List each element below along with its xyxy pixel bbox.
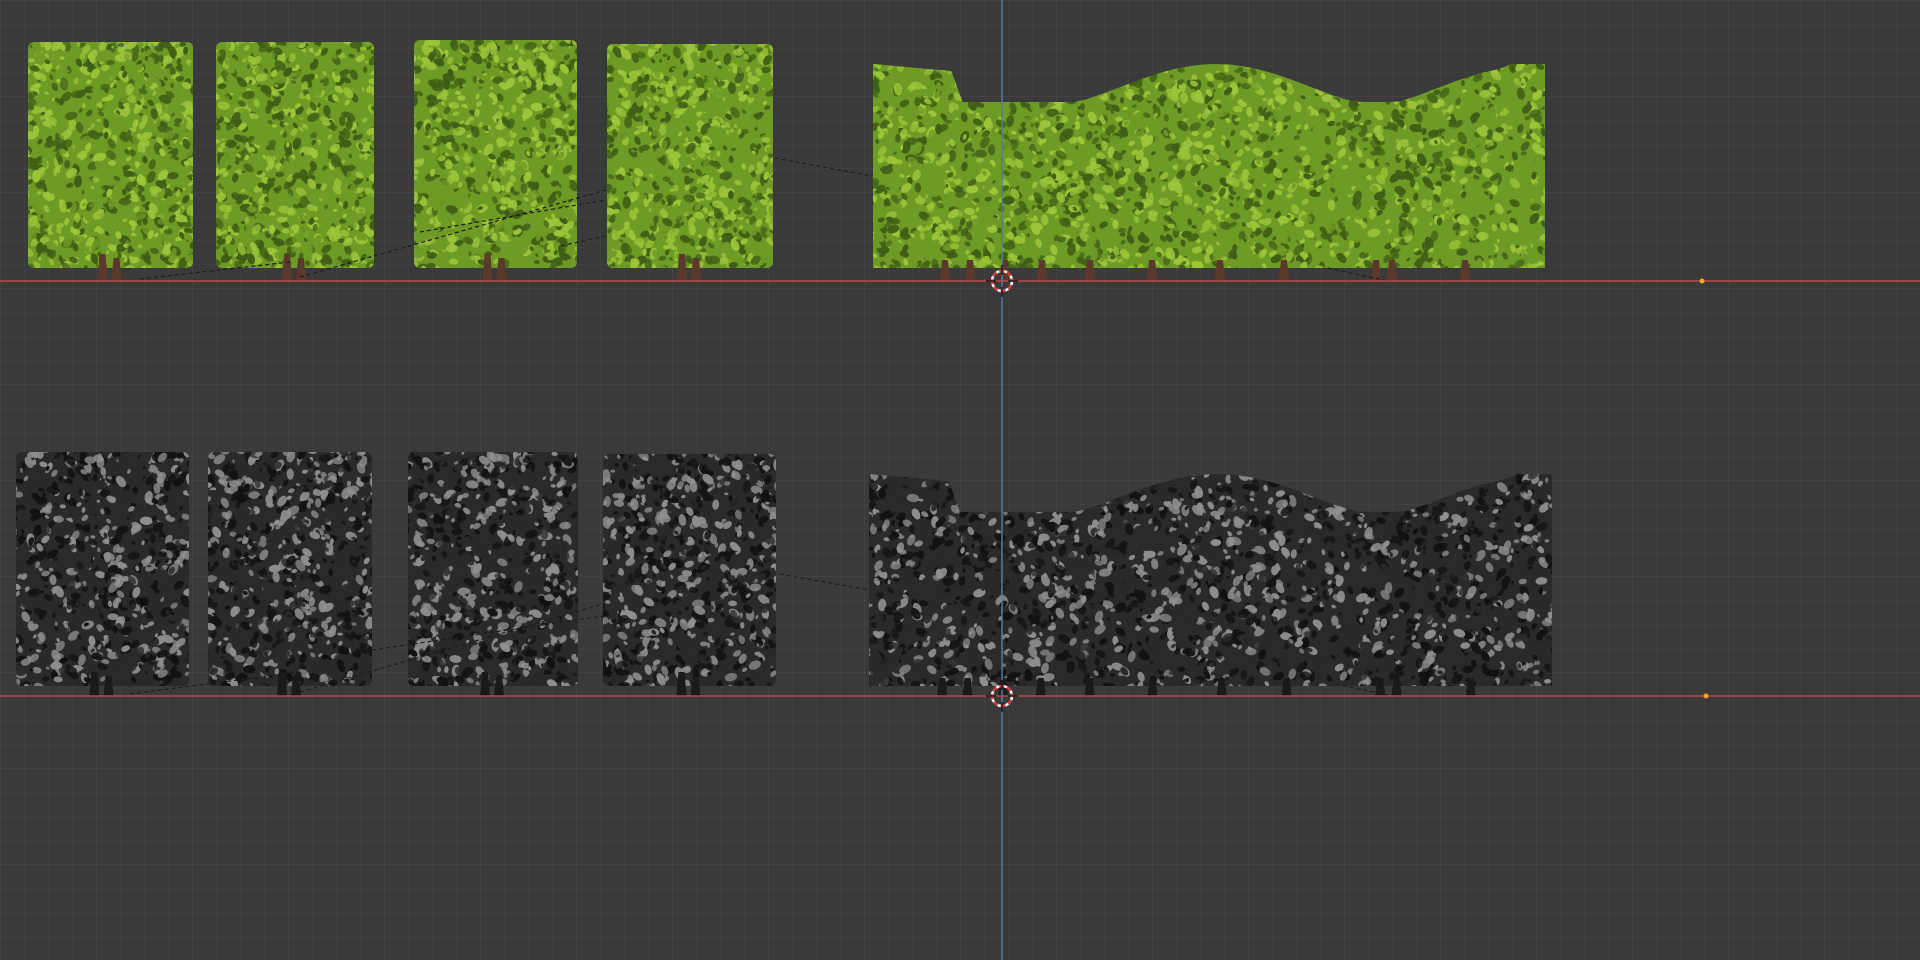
hedge-4-object[interactable]	[593, 444, 786, 696]
hedge-4-object[interactable]	[598, 35, 782, 281]
hedge-2-object[interactable]	[199, 444, 382, 697]
3d-viewport[interactable]	[0, 0, 1920, 960]
object-origin-dot[interactable]	[1703, 693, 1709, 699]
object-origin-dot[interactable]	[1699, 278, 1705, 284]
hedge-1-object[interactable]	[17, 32, 203, 281]
viewport-canvas[interactable]	[0, 0, 1920, 960]
hedge-3-object[interactable]	[398, 444, 587, 696]
hedge-2-object[interactable]	[207, 31, 385, 281]
hedge-3-object[interactable]	[404, 31, 588, 281]
hedge-1-object[interactable]	[6, 441, 200, 696]
